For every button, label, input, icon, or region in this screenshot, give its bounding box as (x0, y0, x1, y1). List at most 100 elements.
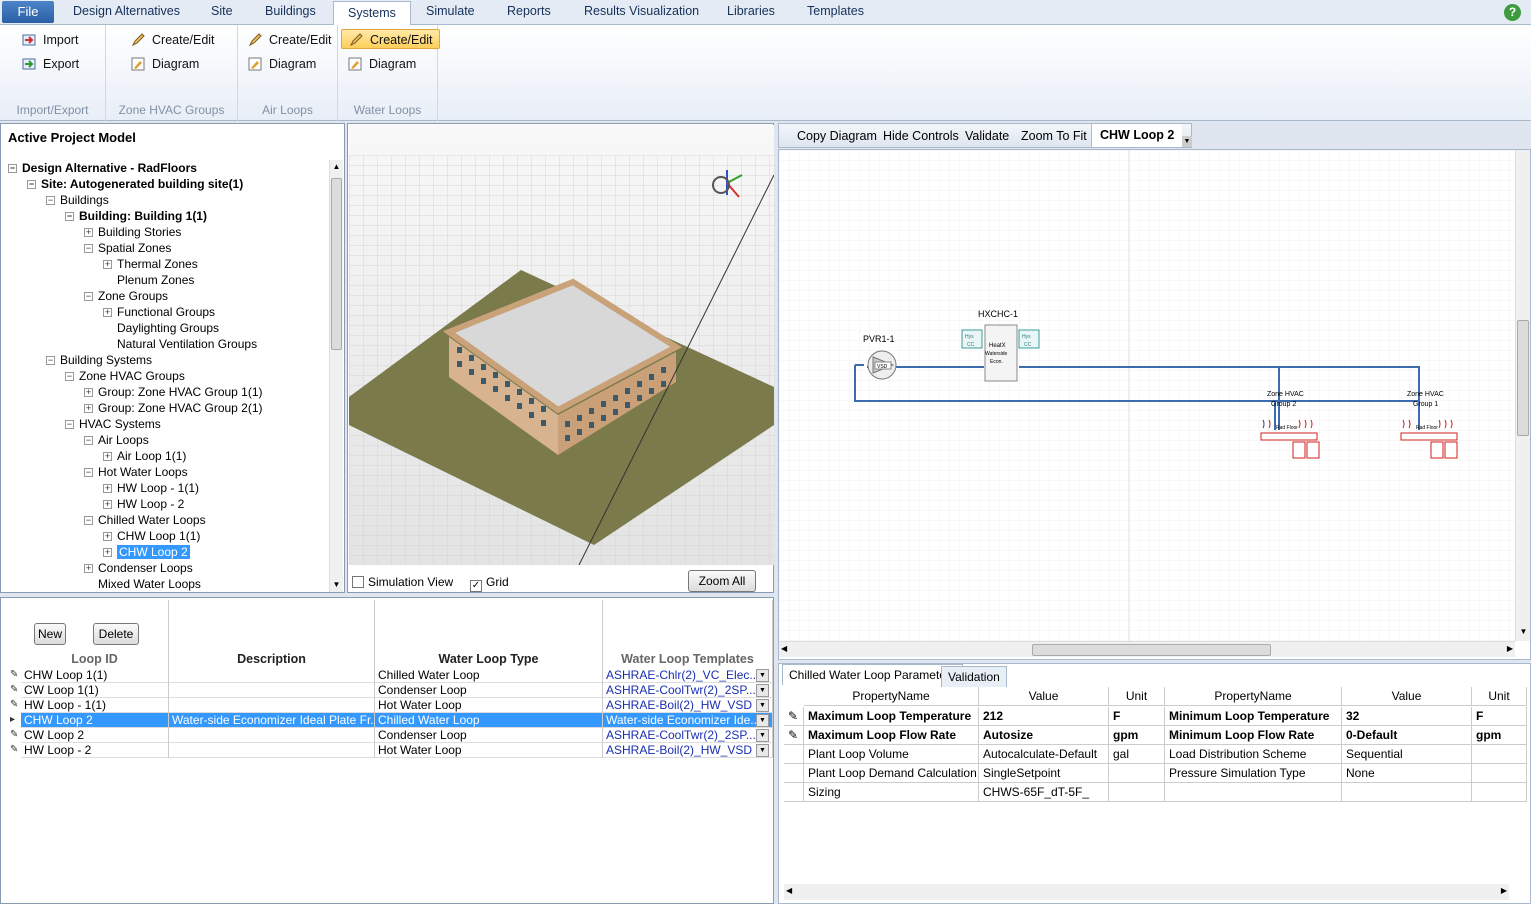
scroll-down-icon[interactable]: ▼ (1516, 627, 1531, 641)
tree-node-label[interactable]: Chilled Water Loops (98, 513, 206, 527)
scroll-thumb[interactable] (1032, 644, 1271, 656)
diagram-hscrollbar[interactable]: ◀ ▶ (779, 641, 1515, 657)
tree-node[interactable]: + HW Loop - 2 (103, 496, 184, 512)
description-cell[interactable] (169, 668, 375, 683)
tree-node[interactable]: + HW Loop - 1(1) (103, 480, 199, 496)
tree-node[interactable]: + Air Loop 1(1) (103, 448, 186, 464)
tab-buildings[interactable]: Buildings (265, 4, 316, 18)
tab-simulate[interactable]: Simulate (426, 4, 475, 18)
tree-node[interactable]: − Building Systems (46, 352, 152, 368)
dropdown-arrow-icon[interactable]: ▼ (756, 744, 769, 757)
loop-id-cell[interactable]: HW Loop - 1(1) (21, 698, 169, 713)
collapse-icon[interactable]: − (46, 196, 55, 205)
dropdown-arrow-icon[interactable]: ▼ (756, 699, 769, 712)
collapse-icon[interactable]: − (65, 420, 74, 429)
dropdown-arrow-icon[interactable]: ▼ (756, 729, 769, 742)
tree-node[interactable]: + Building Stories (84, 224, 181, 240)
tree-node[interactable]: Natural Ventilation Groups (103, 336, 257, 352)
diagram-vscrollbar[interactable]: ▼ (1515, 150, 1530, 641)
water-loop-type-cell[interactable]: Chilled Water Loop (375, 668, 603, 683)
table-row[interactable]: CHW Loop 1(1) Chilled Water Loop ASHRAE-Ch… (10, 668, 773, 683)
tree-node-label[interactable]: Building: Building 1(1) (79, 209, 207, 223)
tree-node[interactable]: − Design Alternative - RadFloors (8, 160, 197, 176)
tree-node[interactable]: − Spatial Zones (84, 240, 171, 256)
water-loop-type-cell[interactable]: Condenser Loop (375, 728, 603, 743)
chevron-down-icon[interactable]: ▼ (1182, 136, 1192, 147)
scroll-up-icon[interactable]: ▲ (330, 160, 343, 174)
water-loop-type-cell[interactable]: Condenser Loop (375, 683, 603, 698)
copy-diagram-button[interactable]: Copy Diagram (797, 129, 877, 143)
param-column-header[interactable]: PropertyName (804, 687, 979, 706)
property-value-cell[interactable] (1342, 783, 1472, 802)
description-cell[interactable] (169, 698, 375, 713)
tree-node[interactable]: Mixed Water Loops (84, 576, 201, 592)
tree-node[interactable]: − Zone Groups (84, 288, 168, 304)
col-water-loop-type[interactable]: Water Loop Type (375, 600, 603, 668)
loop-id-cell[interactable]: CHW Loop 2 (21, 713, 169, 728)
table-row[interactable]: CW Loop 2 Condenser Loop ASHRAE-CoolTwr(2)… (10, 728, 773, 743)
table-row[interactable]: HW Loop - 2 Hot Water Loop ASHRAE-Boil(2)_… (10, 743, 773, 758)
template-cell[interactable]: Water-side Economizer Ide... ▼ (603, 713, 773, 728)
loop-id-cell[interactable]: HW Loop - 2 (21, 743, 169, 758)
scroll-left-icon[interactable]: ◀ (786, 886, 792, 895)
tab-chilled-water-loop-parameters[interactable]: Chilled Water Loop Parameters (782, 664, 963, 685)
loop-id-cell[interactable]: CW Loop 2 (21, 728, 169, 743)
template-cell[interactable]: ASHRAE-CoolTwr(2)_2SP... ▼ (603, 728, 773, 743)
tree-node[interactable]: Daylighting Groups (103, 320, 219, 336)
expand-icon[interactable]: + (103, 260, 112, 269)
tab-systems[interactable]: Systems (333, 1, 411, 26)
table-row[interactable]: CHW Loop 2 Water-side Economizer Ideal Pl… (10, 713, 773, 728)
3d-scene[interactable] (349, 125, 774, 565)
col-description[interactable]: Description (169, 600, 375, 668)
description-cell[interactable]: Water-side Economizer Ideal Plate Fr... (169, 713, 375, 728)
tree-node[interactable]: − Zone HVAC Groups (65, 368, 185, 384)
expand-icon[interactable]: + (84, 404, 93, 413)
tree-node-label[interactable]: HW Loop - 1(1) (117, 481, 199, 495)
collapse-icon[interactable]: − (65, 212, 74, 221)
tree-node-label[interactable]: Functional Groups (117, 305, 215, 319)
template-cell[interactable]: ASHRAE-Boil(2)_HW_VSD ▼ (603, 698, 773, 713)
expand-icon[interactable]: + (84, 388, 93, 397)
tree-node-label[interactable]: Air Loops (98, 433, 149, 447)
hide-controls-button[interactable]: Hide Controls (883, 129, 959, 143)
description-cell[interactable] (169, 728, 375, 743)
expand-icon[interactable]: + (103, 548, 112, 557)
tab-site[interactable]: Site (211, 4, 233, 18)
tree-node[interactable]: + Functional Groups (103, 304, 215, 320)
tree-node-label[interactable]: Group: Zone HVAC Group 1(1) (98, 385, 263, 399)
grid-checkbox[interactable]: ✓ Grid (470, 575, 509, 592)
tab-libraries[interactable]: Libraries (727, 4, 775, 18)
scroll-right-icon[interactable]: ▶ (1507, 644, 1513, 653)
tree-node-label[interactable]: Design Alternative - RadFloors (22, 161, 197, 175)
zoom-to-fit-button[interactable]: Zoom To Fit (1021, 129, 1087, 143)
property-value-cell[interactable]: 0-Default (1342, 726, 1472, 745)
tree-node-label[interactable]: Hot Water Loops (98, 465, 188, 479)
tab-templates[interactable]: Templates (807, 4, 864, 18)
diagram-svg[interactable]: PVR1-1 VSD HXCHC-1 HeatX Waterside Econ.… (779, 150, 1515, 641)
scroll-down-icon[interactable]: ▼ (330, 578, 343, 592)
tree-node[interactable]: + Thermal Zones (103, 256, 198, 272)
building-3d-view[interactable]: Simulation View ✓ Grid Zoom All (347, 123, 774, 593)
tree-node[interactable]: + Condenser Loops (84, 560, 193, 576)
collapse-icon[interactable]: − (84, 468, 93, 477)
delete-button[interactable]: Delete (93, 623, 139, 645)
dropdown-arrow-icon[interactable]: ▼ (756, 714, 769, 727)
property-value-cell[interactable]: SingleSetpoint (979, 764, 1109, 783)
tree-node-label[interactable]: Site: Autogenerated building site(1) (41, 177, 243, 191)
loop-selector[interactable]: CHW Loop 2 (1091, 124, 1183, 147)
air-create-edit-button[interactable]: Create/Edit (241, 30, 332, 50)
tree-node[interactable]: − Buildings (46, 192, 109, 208)
param-column-header[interactable]: Unit (1109, 687, 1165, 706)
property-value-cell[interactable]: Autosize (979, 726, 1109, 745)
tree-node-label[interactable]: Buildings (60, 193, 109, 207)
tree-node[interactable]: − Building: Building 1(1) (65, 208, 207, 224)
water-loop-type-cell[interactable]: Hot Water Loop (375, 743, 603, 758)
tab-results-visualization[interactable]: Results Visualization (584, 4, 699, 18)
param-column-header[interactable]: PropertyName (1165, 687, 1342, 706)
zone-create-edit-button[interactable]: Create/Edit (124, 30, 215, 50)
col-water-loop-templates[interactable]: Water Loop Templates (603, 600, 773, 668)
tree-node[interactable]: + CHW Loop 2 (103, 544, 190, 560)
collapse-icon[interactable]: − (84, 436, 93, 445)
tree-node-label[interactable]: CHW Loop 2 (117, 545, 190, 559)
export-button[interactable]: Export (15, 54, 79, 74)
